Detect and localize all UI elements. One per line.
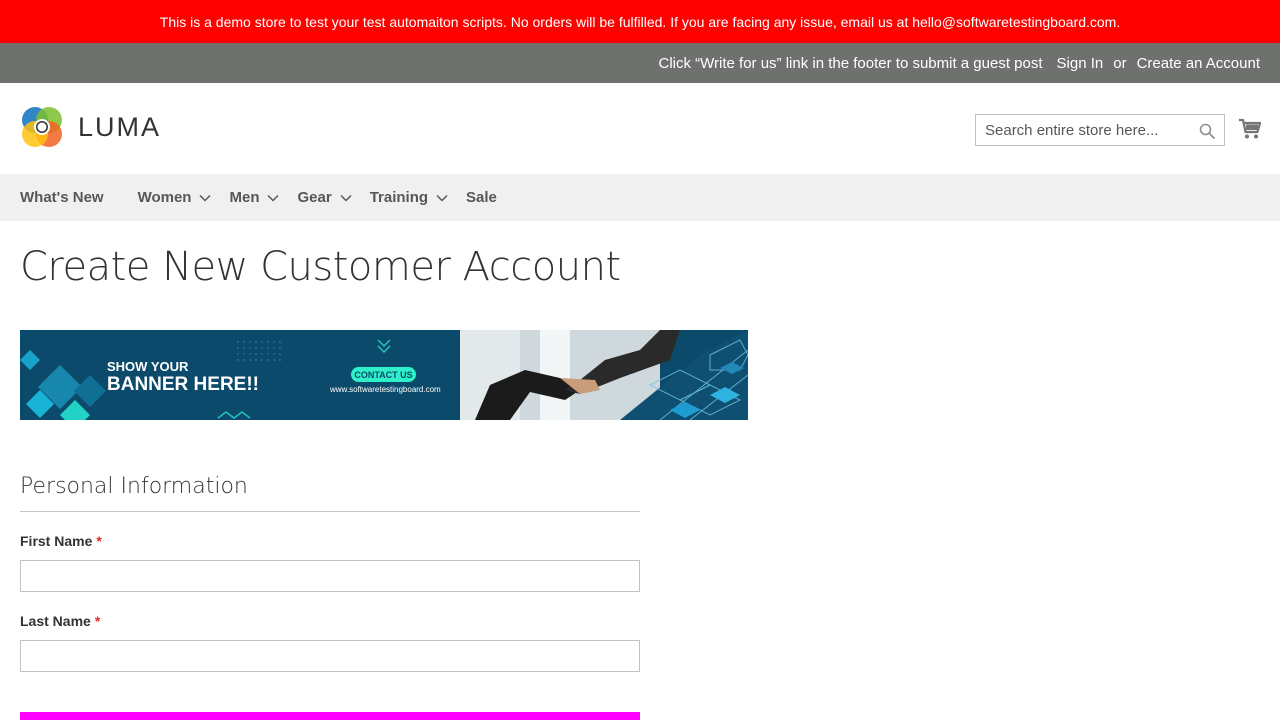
nav-label: Men [229,189,260,206]
nav-item-sale[interactable]: Sale [466,189,497,206]
guest-post-promo: Click “Write for us” link in the footer … [658,54,1043,72]
banner-line1: SHOW YOUR [107,359,189,374]
nav-item-training[interactable]: Training [370,189,448,206]
cart-icon[interactable] [1238,118,1261,140]
nav-label: What's New [20,189,104,206]
demo-notice-text: This is a demo store to test your test a… [159,13,1121,30]
header: LUMA [0,83,1280,174]
legend-text: Personal Information [20,474,248,499]
required-mark: * [94,613,101,629]
sign-in-link[interactable]: Sign In [1057,55,1104,72]
luma-logo-icon [22,107,62,147]
last-name-label: Last Name * [20,613,100,629]
chevron-down-icon [199,194,212,202]
chevron-down-icon [267,194,280,202]
create-account-link[interactable]: Create an Account [1137,55,1260,72]
nav-item-women[interactable]: Women [138,189,212,206]
main-navigation: What's New Women Men Gear Training Sale [0,174,1280,221]
chevron-down-icon [340,194,352,202]
nav-label: Women [137,189,192,206]
ad-banner[interactable]: SHOW YOUR BANNER HERE!! CONTACT US www.s… [20,330,748,420]
nav-label: Training [369,189,429,206]
chevron-down-icon [436,194,448,202]
panel-header: Click “Write for us” link in the footer … [0,43,1280,83]
nav-label: Sale [466,189,497,206]
banner-url: www.softwaretestingboard.com [329,385,441,394]
banner-graphic: SHOW YOUR BANNER HERE!! CONTACT US www.s… [20,330,748,420]
nav-item-whats-new[interactable]: What's New [20,189,104,206]
last-name-field[interactable] [20,640,640,672]
nav-label: Gear [297,189,332,206]
logo-text: LUMA [78,111,162,142]
magenta-bar [20,712,640,720]
last-name-label-text: Last Name [20,613,91,629]
search-input[interactable] [976,115,1224,145]
search-box [975,114,1225,146]
page-title: Create New Customer Account [20,244,621,290]
banner-cta: CONTACT US [354,370,412,380]
first-name-label-text: First Name [20,533,93,549]
first-name-label: First Name * [20,533,102,549]
nav-item-gear[interactable]: Gear [297,189,352,206]
personal-info-legend: Personal Information [20,474,640,512]
or-separator: or [1113,54,1127,72]
logo[interactable]: LUMA [20,105,161,149]
demo-notice: This is a demo store to test your test a… [0,0,1280,43]
nav-item-men[interactable]: Men [229,189,280,206]
search-icon[interactable] [1199,123,1215,139]
required-mark: * [96,533,102,549]
first-name-field[interactable] [20,560,640,592]
banner-line2: BANNER HERE!! [107,374,259,395]
